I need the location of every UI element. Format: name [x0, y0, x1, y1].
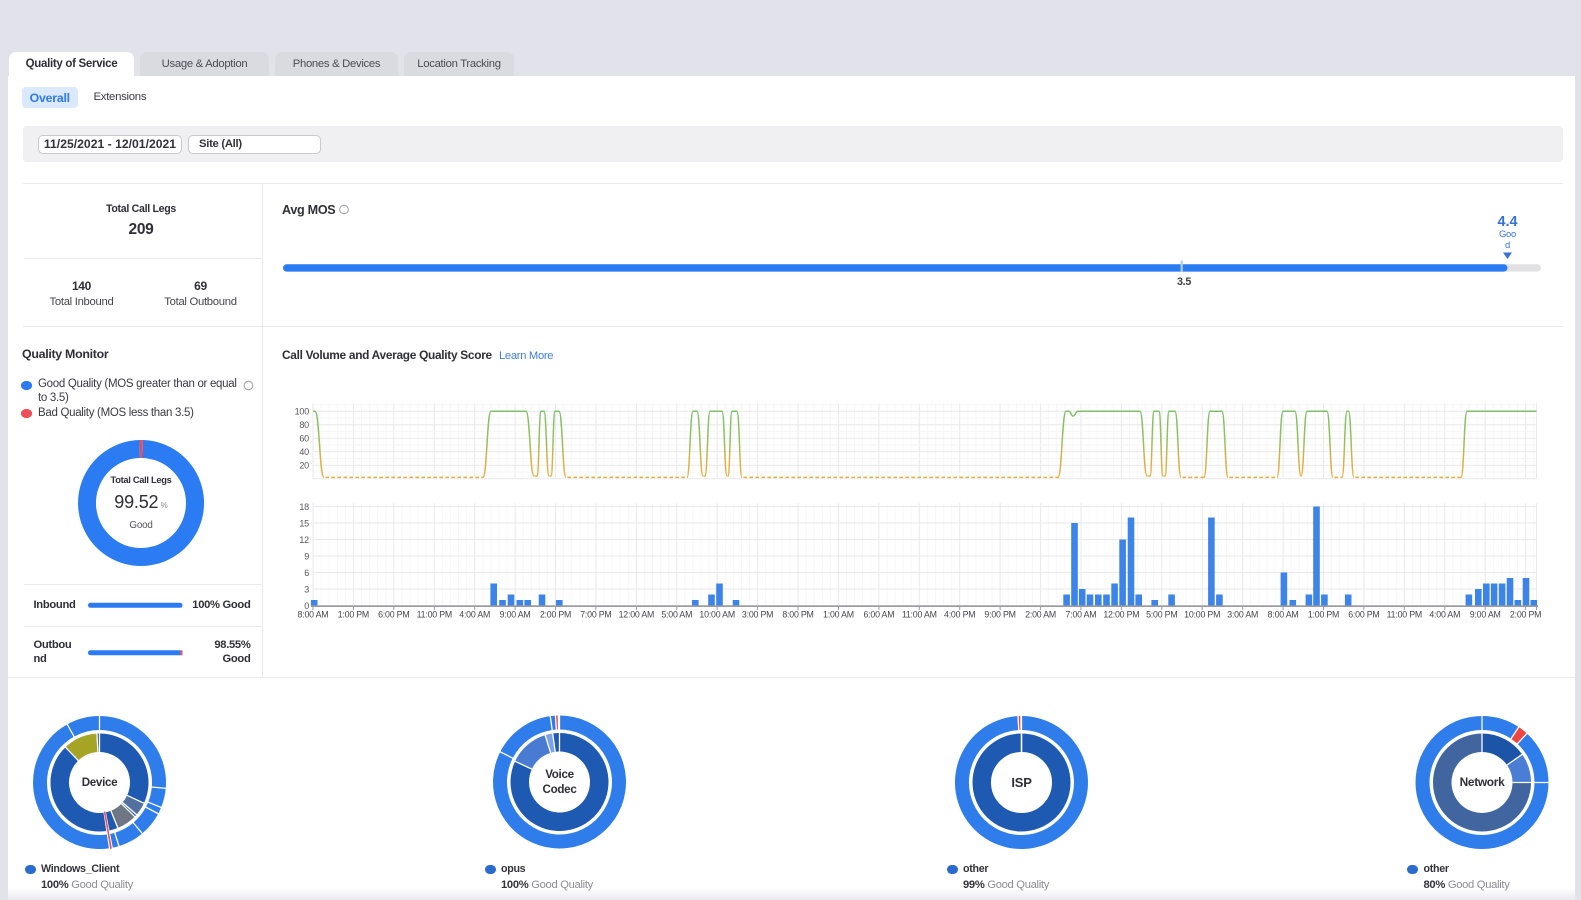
svg-text:2:00 AM: 2:00 AM: [1025, 610, 1056, 620]
svg-text:1:00 PM: 1:00 PM: [1308, 610, 1339, 620]
svg-text:7:00 PM: 7:00 PM: [580, 610, 611, 620]
svg-text:4:00 PM: 4:00 PM: [944, 610, 975, 620]
svg-text:6:00 PM: 6:00 PM: [378, 610, 409, 620]
svg-text:3:00 PM: 3:00 PM: [742, 610, 773, 620]
svg-text:3:00 AM: 3:00 AM: [1227, 610, 1258, 620]
svg-text:18: 18: [299, 502, 309, 512]
svg-text:12:00 PM: 12:00 PM: [1103, 610, 1139, 620]
svg-text:6:00 AM: 6:00 AM: [863, 610, 894, 620]
svg-text:15: 15: [299, 518, 309, 528]
svg-text:3: 3: [304, 584, 309, 594]
svg-text:1:00 AM: 1:00 AM: [823, 610, 854, 620]
svg-text:7:00 AM: 7:00 AM: [1066, 610, 1097, 620]
svg-text:6: 6: [304, 568, 309, 578]
svg-text:5:00 AM: 5:00 AM: [661, 610, 692, 620]
svg-text:8:00 AM: 8:00 AM: [1268, 610, 1299, 620]
svg-text:80: 80: [299, 420, 309, 430]
svg-text:9:00 AM: 9:00 AM: [500, 610, 531, 620]
svg-text:9: 9: [304, 551, 309, 561]
svg-text:8:00 PM: 8:00 PM: [782, 610, 813, 620]
svg-text:2:00 PM: 2:00 PM: [540, 610, 571, 620]
svg-text:9:00 AM: 9:00 AM: [1470, 610, 1501, 620]
svg-text:12:00 AM: 12:00 AM: [619, 610, 655, 620]
svg-text:11:00 PM: 11:00 PM: [417, 610, 452, 620]
svg-text:100: 100: [295, 407, 310, 417]
svg-text:60: 60: [299, 434, 309, 444]
svg-text:6:00 PM: 6:00 PM: [1348, 610, 1379, 620]
svg-text:2:00 PM: 2:00 PM: [1510, 610, 1541, 620]
svg-text:9:00 PM: 9:00 PM: [984, 610, 1015, 620]
svg-text:1:00 PM: 1:00 PM: [338, 610, 369, 620]
svg-text:11:00 AM: 11:00 AM: [902, 610, 937, 620]
svg-text:11:00 PM: 11:00 PM: [1387, 610, 1422, 620]
svg-text:4:00 AM: 4:00 AM: [459, 610, 490, 620]
svg-text:5:00 PM: 5:00 PM: [1146, 610, 1177, 620]
svg-text:8:00 AM: 8:00 AM: [298, 610, 329, 620]
svg-text:4:00 AM: 4:00 AM: [1429, 610, 1460, 620]
svg-text:40: 40: [299, 447, 309, 457]
svg-text:20: 20: [299, 461, 309, 471]
svg-text:10:00 PM: 10:00 PM: [1184, 610, 1220, 620]
svg-text:12: 12: [299, 535, 309, 545]
svg-text:10:00 AM: 10:00 AM: [699, 610, 735, 620]
